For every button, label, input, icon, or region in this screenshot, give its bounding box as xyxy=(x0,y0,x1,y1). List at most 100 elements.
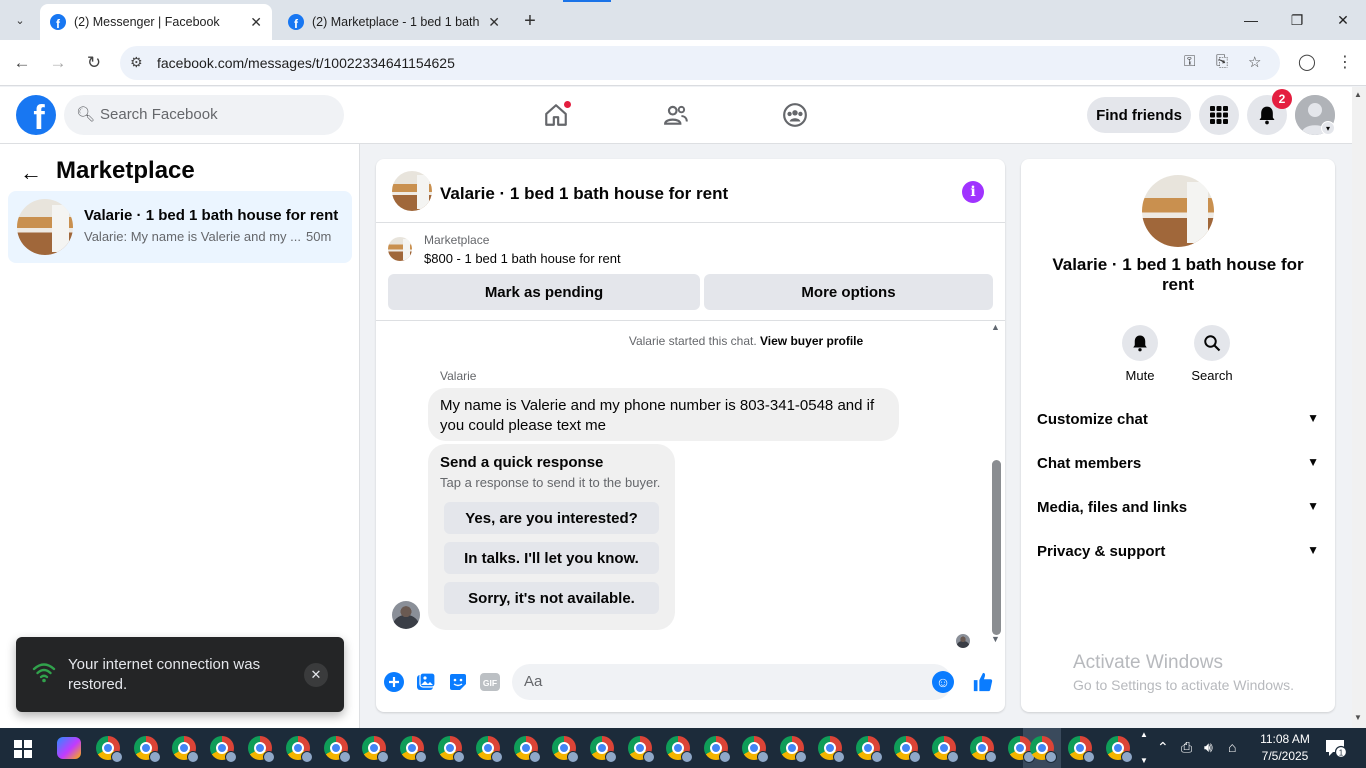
message-bubble[interactable]: My name is Valerie and my phone number i… xyxy=(428,388,899,441)
chrome-taskbar-icon[interactable] xyxy=(932,736,959,763)
scroll-down-arrow-icon[interactable]: ▼ xyxy=(991,634,1000,644)
profile-icon[interactable]: ◯ xyxy=(1298,52,1316,72)
chrome-taskbar-icon[interactable] xyxy=(172,736,199,763)
menu-grid-icon[interactable] xyxy=(1199,95,1239,135)
volume-icon[interactable]: 🔊︎ xyxy=(1204,739,1213,756)
listing-thumbnail[interactable] xyxy=(1142,175,1214,247)
chrome-taskbar-icon[interactable] xyxy=(476,736,503,763)
quick-response-button[interactable]: In talks. I'll let you know. xyxy=(444,542,659,574)
sticker-icon[interactable] xyxy=(447,671,469,693)
listing-title[interactable]: $800 - 1 bed 1 bath house for rent xyxy=(424,251,621,266)
restore-button[interactable]: ❐ xyxy=(1274,0,1320,40)
listing-thumbnail[interactable] xyxy=(388,237,412,261)
chrome-taskbar-icon[interactable] xyxy=(1068,736,1095,763)
password-key-icon[interactable]: ⚿ xyxy=(1184,53,1195,70)
back-button[interactable]: ← xyxy=(9,50,35,76)
new-tab-button[interactable]: + xyxy=(518,9,542,33)
forward-button[interactable]: → xyxy=(45,50,71,76)
tab-close-icon[interactable]: ✕ xyxy=(250,14,262,31)
site-settings-icon[interactable]: ⚙ xyxy=(130,54,143,71)
find-friends-button[interactable]: Find friends xyxy=(1087,97,1191,133)
tab-search-dropdown[interactable]: ⌄ xyxy=(8,8,32,32)
chat-title[interactable]: Valarie · 1 bed 1 bath house for rent xyxy=(440,184,728,204)
page-scrollbar[interactable] xyxy=(1352,87,1366,728)
chrome-taskbar-icon[interactable] xyxy=(552,736,579,763)
scroll-up-arrow-icon[interactable]: ▲ xyxy=(991,322,1000,332)
customize-chat-section[interactable]: Customize chat ▼ xyxy=(1037,411,1319,431)
chrome-taskbar-icon[interactable] xyxy=(514,736,541,763)
add-more-icon[interactable] xyxy=(383,671,405,693)
install-app-icon[interactable]: ⎘ xyxy=(1216,53,1228,70)
chrome-taskbar-icon[interactable] xyxy=(438,736,465,763)
chat-members-section[interactable]: Chat members ▼ xyxy=(1037,455,1319,475)
thumbs-up-icon[interactable] xyxy=(972,671,994,693)
tab-messenger[interactable]: f (2) Messenger | Facebook ✕ xyxy=(40,4,272,40)
back-arrow-icon[interactable]: ← xyxy=(20,160,42,186)
url-text[interactable]: facebook.com/messages/t/1002233464115462… xyxy=(157,55,455,71)
emoji-icon[interactable]: ☺ xyxy=(932,671,954,693)
taskbar-clock[interactable]: 11:08 AM 7/5/2025 xyxy=(1256,731,1314,765)
chrome-taskbar-icon[interactable] xyxy=(324,736,351,763)
search-button[interactable]: Search xyxy=(1182,325,1242,383)
gif-icon[interactable]: GIF xyxy=(479,671,501,693)
reload-button[interactable]: ↻ xyxy=(81,50,107,76)
address-bar[interactable]: ⚙ facebook.com/messages/t/10022334641154… xyxy=(120,46,1280,80)
chrome-taskbar-icon[interactable] xyxy=(704,736,731,763)
scroll-up-arrow-icon[interactable]: ▲ xyxy=(1354,90,1362,99)
listing-thumbnail[interactable] xyxy=(392,171,432,211)
more-options-button[interactable]: More options xyxy=(704,274,993,310)
chrome-taskbar-icon[interactable] xyxy=(628,736,655,763)
view-buyer-profile-link[interactable]: View buyer profile xyxy=(760,334,863,348)
chat-scrollbar[interactable]: ▲ ▼ xyxy=(990,322,1002,652)
mark-as-pending-button[interactable]: Mark as pending xyxy=(388,274,700,310)
copilot-icon[interactable] xyxy=(57,737,81,759)
chrome-taskbar-icon[interactable] xyxy=(1030,736,1057,763)
scroll-down-arrow-icon[interactable]: ▼ xyxy=(1354,713,1362,722)
chrome-taskbar-icon[interactable] xyxy=(134,736,161,763)
tab-close-icon[interactable]: ✕ xyxy=(488,14,500,31)
chrome-taskbar-icon[interactable] xyxy=(666,736,693,763)
chrome-taskbar-icon[interactable] xyxy=(248,736,275,763)
mute-button[interactable]: Mute xyxy=(1110,325,1170,383)
taskbar-scroll[interactable]: ▲ ▼ xyxy=(1140,728,1150,768)
friends-icon[interactable] xyxy=(658,99,694,131)
conversation-item[interactable]: Valarie · 1 bed 1 bath house for rent Va… xyxy=(8,191,352,263)
photo-icon[interactable] xyxy=(415,671,437,693)
notification-center-icon[interactable]: 1 xyxy=(1325,738,1348,759)
chrome-taskbar-icon[interactable] xyxy=(362,736,389,763)
chrome-taskbar-icon[interactable] xyxy=(856,736,883,763)
search-input[interactable]: 🔍︎ Search Facebook xyxy=(64,95,344,135)
chrome-taskbar-icon[interactable] xyxy=(96,736,123,763)
chrome-taskbar-icon[interactable] xyxy=(1008,736,1035,763)
minimize-button[interactable]: — xyxy=(1228,0,1274,40)
chrome-taskbar-icon[interactable] xyxy=(818,736,845,763)
media-files-links-section[interactable]: Media, files and links ▼ xyxy=(1037,499,1319,519)
tab-marketplace[interactable]: f (2) Marketplace - 1 bed 1 bath house f… xyxy=(278,4,510,40)
chrome-taskbar-icon[interactable] xyxy=(970,736,997,763)
network-icon[interactable]: ⌂ xyxy=(1228,739,1236,755)
sender-avatar[interactable] xyxy=(392,601,420,629)
chrome-taskbar-icon[interactable] xyxy=(590,736,617,763)
bookmark-star-icon[interactable]: ☆ xyxy=(1248,53,1261,71)
close-icon[interactable]: ✕ xyxy=(304,663,328,687)
chrome-taskbar-icon[interactable] xyxy=(894,736,921,763)
privacy-support-section[interactable]: Privacy & support ▼ xyxy=(1037,543,1319,563)
menu-kebab-icon[interactable]: ⋮ xyxy=(1337,52,1353,72)
chrome-taskbar-icon[interactable] xyxy=(780,736,807,763)
chevron-down-icon[interactable]: ▾ xyxy=(1321,121,1335,135)
chrome-taskbar-icon[interactable] xyxy=(286,736,313,763)
info-icon[interactable]: i xyxy=(962,181,984,203)
chrome-taskbar-icon[interactable] xyxy=(210,736,237,763)
chrome-taskbar-icon[interactable] xyxy=(742,736,769,763)
facebook-logo-icon[interactable]: f xyxy=(16,95,56,135)
show-hidden-icons-icon[interactable]: ⌃ xyxy=(1157,739,1169,756)
quick-response-button[interactable]: Sorry, it's not available. xyxy=(444,582,659,614)
scrollbar-thumb[interactable] xyxy=(992,460,1001,635)
windows-start-icon[interactable] xyxy=(14,740,32,758)
chrome-taskbar-icon[interactable] xyxy=(400,736,427,763)
close-window-button[interactable]: ✕ xyxy=(1320,0,1366,40)
meet-now-icon[interactable]: ⎙ xyxy=(1181,739,1192,756)
chrome-taskbar-icon[interactable] xyxy=(1106,736,1133,763)
quick-response-button[interactable]: Yes, are you interested? xyxy=(444,502,659,534)
message-input[interactable]: Aa ☺ xyxy=(512,664,954,700)
